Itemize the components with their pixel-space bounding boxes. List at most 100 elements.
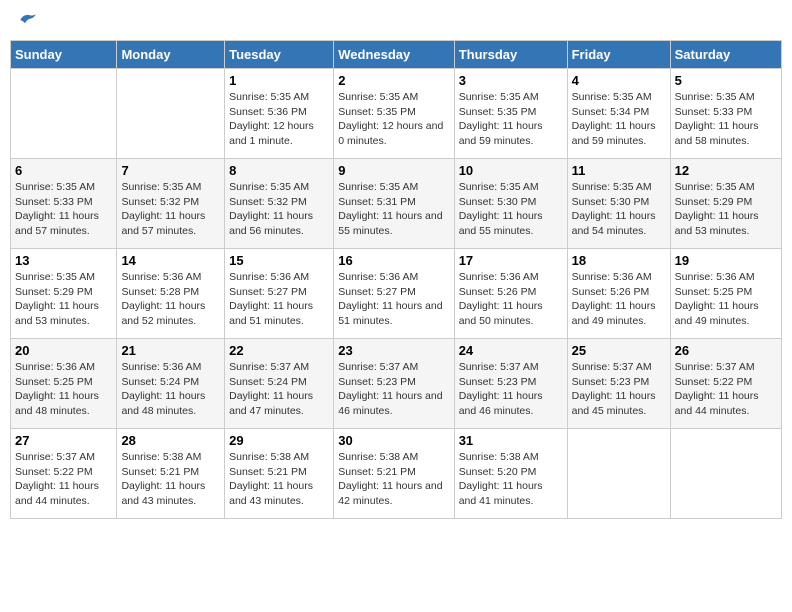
calendar-cell bbox=[11, 69, 117, 159]
calendar-cell: 3Sunrise: 5:35 AMSunset: 5:35 PMDaylight… bbox=[454, 69, 567, 159]
calendar-header-row: SundayMondayTuesdayWednesdayThursdayFrid… bbox=[11, 41, 782, 69]
day-number: 18 bbox=[572, 253, 666, 268]
day-info: Sunrise: 5:36 AMSunset: 5:28 PMDaylight:… bbox=[121, 270, 220, 329]
week-row-5: 27 Sunrise: 5:37 AMSunset: 5:22 PMDayligh… bbox=[11, 429, 782, 519]
calendar-cell: 28 Sunrise: 5:38 AMSunset: 5:21 PMDayligh… bbox=[117, 429, 225, 519]
day-number: 10 bbox=[459, 163, 563, 178]
day-number: 30 bbox=[338, 433, 449, 448]
day-info: Sunrise: 5:37 AMSunset: 5:24 PMDaylight:… bbox=[229, 360, 329, 419]
header-monday: Monday bbox=[117, 41, 225, 69]
day-info: Sunrise: 5:35 AMSunset: 5:29 PMDaylight:… bbox=[15, 270, 112, 329]
day-number: 1 bbox=[229, 73, 329, 88]
day-number: 16 bbox=[338, 253, 449, 268]
day-info: Sunrise: 5:36 AMSunset: 5:25 PMDaylight:… bbox=[15, 360, 112, 419]
calendar-cell: 25Sunrise: 5:37 AMSunset: 5:23 PMDayligh… bbox=[567, 339, 670, 429]
day-number: 15 bbox=[229, 253, 329, 268]
calendar-cell: 11 Sunrise: 5:35 AMSunset: 5:30 PMDayligh… bbox=[567, 159, 670, 249]
day-info: Sunrise: 5:37 AMSunset: 5:23 PMDaylight:… bbox=[459, 360, 563, 419]
day-number: 6 bbox=[15, 163, 112, 178]
day-number: 26 bbox=[675, 343, 777, 358]
calendar-cell: 6Sunrise: 5:35 AMSunset: 5:33 PMDaylight… bbox=[11, 159, 117, 249]
day-number: 21 bbox=[121, 343, 220, 358]
day-number: 20 bbox=[15, 343, 112, 358]
week-row-2: 6Sunrise: 5:35 AMSunset: 5:33 PMDaylight… bbox=[11, 159, 782, 249]
day-info: Sunrise: 5:38 AMSunset: 5:21 PMDaylight:… bbox=[229, 450, 329, 509]
calendar-cell: 10 Sunrise: 5:35 AMSunset: 5:30 PMDayligh… bbox=[454, 159, 567, 249]
calendar-cell: 9 Sunrise: 5:35 AMSunset: 5:31 PMDaylight… bbox=[334, 159, 454, 249]
day-number: 24 bbox=[459, 343, 563, 358]
logo bbox=[15, 10, 37, 30]
calendar-cell: 18 Sunrise: 5:36 AMSunset: 5:26 PMDayligh… bbox=[567, 249, 670, 339]
page-header bbox=[10, 10, 782, 30]
header-tuesday: Tuesday bbox=[225, 41, 334, 69]
day-info: Sunrise: 5:35 AMSunset: 5:30 PMDaylight:… bbox=[459, 180, 563, 239]
day-info: Sunrise: 5:36 AMSunset: 5:26 PMDaylight:… bbox=[459, 270, 563, 329]
day-info: Sunrise: 5:36 AMSunset: 5:25 PMDaylight:… bbox=[675, 270, 777, 329]
week-row-1: 1 Sunrise: 5:35 AMSunset: 5:36 PMDaylight… bbox=[11, 69, 782, 159]
day-number: 13 bbox=[15, 253, 112, 268]
calendar-cell: 8Sunrise: 5:35 AMSunset: 5:32 PMDaylight… bbox=[225, 159, 334, 249]
day-number: 25 bbox=[572, 343, 666, 358]
day-number: 29 bbox=[229, 433, 329, 448]
day-info: Sunrise: 5:35 AMSunset: 5:31 PMDaylight:… bbox=[338, 180, 449, 239]
header-sunday: Sunday bbox=[11, 41, 117, 69]
header-wednesday: Wednesday bbox=[334, 41, 454, 69]
day-info: Sunrise: 5:36 AMSunset: 5:27 PMDaylight:… bbox=[229, 270, 329, 329]
week-row-3: 13 Sunrise: 5:35 AMSunset: 5:29 PMDayligh… bbox=[11, 249, 782, 339]
day-number: 2 bbox=[338, 73, 449, 88]
calendar-cell: 31Sunrise: 5:38 AMSunset: 5:20 PMDayligh… bbox=[454, 429, 567, 519]
day-info: Sunrise: 5:35 AMSunset: 5:30 PMDaylight:… bbox=[572, 180, 666, 239]
calendar-cell: 15 Sunrise: 5:36 AMSunset: 5:27 PMDayligh… bbox=[225, 249, 334, 339]
calendar-cell: 27 Sunrise: 5:37 AMSunset: 5:22 PMDayligh… bbox=[11, 429, 117, 519]
calendar-cell: 26 Sunrise: 5:37 AMSunset: 5:22 PMDayligh… bbox=[670, 339, 781, 429]
calendar-cell: 5Sunrise: 5:35 AMSunset: 5:33 PMDaylight… bbox=[670, 69, 781, 159]
day-number: 9 bbox=[338, 163, 449, 178]
day-info: Sunrise: 5:35 AMSunset: 5:32 PMDaylight:… bbox=[229, 180, 329, 239]
day-number: 5 bbox=[675, 73, 777, 88]
day-number: 4 bbox=[572, 73, 666, 88]
day-info: Sunrise: 5:37 AMSunset: 5:22 PMDaylight:… bbox=[675, 360, 777, 419]
day-number: 27 bbox=[15, 433, 112, 448]
day-number: 3 bbox=[459, 73, 563, 88]
day-info: Sunrise: 5:37 AMSunset: 5:23 PMDaylight:… bbox=[338, 360, 449, 419]
calendar-cell: 20 Sunrise: 5:36 AMSunset: 5:25 PMDayligh… bbox=[11, 339, 117, 429]
day-info: Sunrise: 5:36 AMSunset: 5:26 PMDaylight:… bbox=[572, 270, 666, 329]
day-info: Sunrise: 5:35 AMSunset: 5:29 PMDaylight:… bbox=[675, 180, 777, 239]
calendar-cell: 17 Sunrise: 5:36 AMSunset: 5:26 PMDayligh… bbox=[454, 249, 567, 339]
calendar-cell: 21 Sunrise: 5:36 AMSunset: 5:24 PMDayligh… bbox=[117, 339, 225, 429]
day-number: 14 bbox=[121, 253, 220, 268]
calendar-cell: 24 Sunrise: 5:37 AMSunset: 5:23 PMDayligh… bbox=[454, 339, 567, 429]
header-saturday: Saturday bbox=[670, 41, 781, 69]
calendar-cell: 4 Sunrise: 5:35 AMSunset: 5:34 PMDaylight… bbox=[567, 69, 670, 159]
day-number: 31 bbox=[459, 433, 563, 448]
calendar-cell: 22Sunrise: 5:37 AMSunset: 5:24 PMDayligh… bbox=[225, 339, 334, 429]
calendar-cell bbox=[670, 429, 781, 519]
calendar-cell: 23 Sunrise: 5:37 AMSunset: 5:23 PMDayligh… bbox=[334, 339, 454, 429]
day-number: 11 bbox=[572, 163, 666, 178]
day-number: 28 bbox=[121, 433, 220, 448]
day-info: Sunrise: 5:38 AMSunset: 5:21 PMDaylight:… bbox=[121, 450, 220, 509]
day-info: Sunrise: 5:35 AMSunset: 5:36 PMDaylight:… bbox=[229, 90, 329, 149]
day-info: Sunrise: 5:36 AMSunset: 5:24 PMDaylight:… bbox=[121, 360, 220, 419]
calendar-cell: 16 Sunrise: 5:36 AMSunset: 5:27 PMDayligh… bbox=[334, 249, 454, 339]
day-number: 12 bbox=[675, 163, 777, 178]
day-info: Sunrise: 5:38 AMSunset: 5:21 PMDaylight:… bbox=[338, 450, 449, 509]
calendar-cell bbox=[567, 429, 670, 519]
day-info: Sunrise: 5:36 AMSunset: 5:27 PMDaylight:… bbox=[338, 270, 449, 329]
day-info: Sunrise: 5:35 AMSunset: 5:34 PMDaylight:… bbox=[572, 90, 666, 149]
day-info: Sunrise: 5:37 AMSunset: 5:22 PMDaylight:… bbox=[15, 450, 112, 509]
day-number: 23 bbox=[338, 343, 449, 358]
calendar-table: SundayMondayTuesdayWednesdayThursdayFrid… bbox=[10, 40, 782, 519]
day-number: 17 bbox=[459, 253, 563, 268]
day-number: 7 bbox=[121, 163, 220, 178]
calendar-cell bbox=[117, 69, 225, 159]
calendar-cell: 1 Sunrise: 5:35 AMSunset: 5:36 PMDaylight… bbox=[225, 69, 334, 159]
header-thursday: Thursday bbox=[454, 41, 567, 69]
calendar-cell: 12 Sunrise: 5:35 AMSunset: 5:29 PMDayligh… bbox=[670, 159, 781, 249]
calendar-cell: 13 Sunrise: 5:35 AMSunset: 5:29 PMDayligh… bbox=[11, 249, 117, 339]
day-info: Sunrise: 5:35 AMSunset: 5:32 PMDaylight:… bbox=[121, 180, 220, 239]
calendar-cell: 2Sunrise: 5:35 AMSunset: 5:35 PMDaylight… bbox=[334, 69, 454, 159]
calendar-cell: 30 Sunrise: 5:38 AMSunset: 5:21 PMDayligh… bbox=[334, 429, 454, 519]
logo-bird-icon bbox=[17, 10, 37, 30]
header-friday: Friday bbox=[567, 41, 670, 69]
